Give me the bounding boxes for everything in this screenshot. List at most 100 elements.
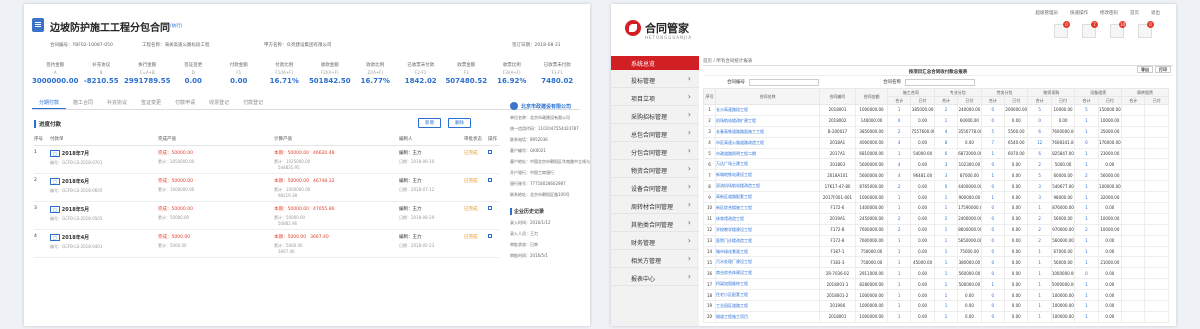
table-row[interactable]: 6 万达广场土建工程 201803 5600000.00 4 0.00 3 102300.00… xyxy=(703,158,1169,171)
contract-name-input[interactable] xyxy=(905,78,975,86)
table-row[interactable]: 16 商业综合体建设工程 2R-7036-02 2911000.00 1 0.00 1 560… xyxy=(703,267,1169,280)
author-name: 编制：王力 xyxy=(399,151,422,156)
table-cell: 201906 xyxy=(819,300,856,312)
bell-icon[interactable]: 7 xyxy=(1082,21,1098,38)
table-row[interactable]: 3 □ 2018年5月 编号：GCFB-LS-2018-0505 完成：50000.00… xyxy=(34,202,500,230)
contract-name-link[interactable]: 万达广场土建工程 xyxy=(715,158,820,171)
table-row[interactable]: 5 市政道路照明工程二期 2017A1 6810000.00 1 54000.00 6 687… xyxy=(703,147,1169,160)
contract-name-link[interactable]: 学校教学楼建设工程 xyxy=(715,223,820,236)
delete-button[interactable]: 删除 xyxy=(448,118,471,128)
row-action[interactable] xyxy=(488,178,500,201)
table-row[interactable]: 20 隧道工程施工项目 2018001 1000000.00 1 0.00 1 0.00 0 0.… xyxy=(703,310,1169,323)
contract-name-link[interactable]: 体育馆改造工程 xyxy=(715,212,820,225)
table-row[interactable]: 10 新区综合楼施工工程 F172-6 1400000.00 1 0.00 1 1759000… xyxy=(703,202,1169,214)
table-row[interactable]: 12 学校教学楼建设工程 F172-8 7600000.00 2 0.00 1 8600000… xyxy=(703,223,1169,236)
sidebar-item[interactable]: 其他类合同管理 xyxy=(611,214,699,232)
contract-no-input[interactable] xyxy=(749,78,819,86)
contract-status: (执行) xyxy=(170,24,183,29)
table-row[interactable]: 9 高新区道路配套工程 2017F001-001 1000000.00 1 0.00 1 90… xyxy=(703,191,1169,204)
table-row[interactable]: 17 桥梁加固维修工程 2018001-1 8280000.00 1 0.00 1 50000… xyxy=(703,278,1169,291)
contract-name-link[interactable]: 桥梁加固维修工程 xyxy=(715,278,820,291)
contract-name-link[interactable]: 机场航站楼改扩建工程 xyxy=(715,114,820,127)
table-row[interactable]: 1 □ 2018年7月 编号：GCFB-LS-2018-0701 完成：50000.00… xyxy=(34,146,500,174)
topbar-link[interactable]: 超级管理员 xyxy=(1036,10,1059,16)
contract-name-link[interactable]: 双流机场航站楼改造工程 xyxy=(715,180,820,193)
table-cell: 98000.00 xyxy=(1050,191,1076,204)
contract-name-link[interactable]: 高新区道路配套工程 xyxy=(715,191,820,204)
contract-name-link[interactable]: 工业园区道路工程 xyxy=(715,300,820,312)
print-button[interactable]: 打印 xyxy=(1155,66,1171,73)
sidebar-item[interactable]: 财务管理 xyxy=(611,232,699,250)
contract-name-link[interactable]: 长春高铁道路路面施工工程 xyxy=(715,125,820,138)
contract-name-link[interactable]: 住宅小区配套工程 xyxy=(715,289,820,302)
table-cell: 0 xyxy=(980,180,1006,193)
export-button[interactable]: 导出 xyxy=(1137,66,1153,73)
table-row[interactable]: 13 医院门诊楼改造工程 F172-8 7600000.00 1 0.00 1 5650000… xyxy=(703,234,1169,247)
tab-item[interactable]: 施工合同 xyxy=(66,96,100,109)
table-cell: 2018001-2 xyxy=(819,289,856,302)
user-icon[interactable]: 10 xyxy=(1110,21,1126,38)
tab-item[interactable]: 补充协议 xyxy=(100,96,134,109)
contract-name-link[interactable]: 长沙高速路段工程 xyxy=(715,104,820,116)
tab-item[interactable]: 分期付款 xyxy=(32,96,67,109)
table-row[interactable]: 19 工业园区道路工程 201906 1000000.00 1 0.00 1 0.00 0 0.0… xyxy=(703,300,1169,312)
table-row[interactable]: 2 □ 2018年6月 编号：GCFB-LS-2018-0605 完成：50000.00… xyxy=(34,174,500,202)
tab-item[interactable]: 付款申请 xyxy=(168,96,202,109)
topbar-link[interactable]: 修改密码 xyxy=(1100,10,1118,16)
sidebar-item[interactable]: 报表中心 xyxy=(611,268,699,286)
sidebar-item[interactable]: 设备合同管理 xyxy=(611,178,699,196)
sidebar-item-overview[interactable]: 系统总览 xyxy=(611,56,699,70)
contract-name-link[interactable]: 市政道路照明工程二期 xyxy=(715,147,820,160)
table-row[interactable]: 2 机场航站楼改扩建工程 2018002 140000.00 0 0.00 1 60000.0… xyxy=(703,114,1169,127)
contract-name-link[interactable]: 新区综合楼施工工程 xyxy=(715,202,820,214)
sidebar-item[interactable]: 总包合同管理 xyxy=(611,124,699,142)
warning-icon[interactable]: 0 xyxy=(1138,21,1154,38)
sidebar-item[interactable]: 物资合同管理 xyxy=(611,160,699,178)
tab-item[interactable]: 签证变更 xyxy=(134,96,168,109)
tab-item[interactable]: 付款登记 xyxy=(236,96,270,109)
table-row[interactable]: 3 长春高铁道路路面施工工程 B-200017 3850000.00 2 7557600.… xyxy=(703,125,1169,138)
contract-name-link[interactable]: 城市绿化景观工程 xyxy=(715,245,820,258)
contract-name-link[interactable]: 隧道工程施工项目 xyxy=(715,310,820,323)
row-action[interactable] xyxy=(488,150,500,173)
action-select-icon[interactable] xyxy=(488,178,492,182)
contract-name-link[interactable]: 市区高速公路道路改造工程 xyxy=(715,136,820,149)
table-row[interactable]: 1 长沙高速路段工程 2018001 1000000.00 1 385000.00 2 240… xyxy=(703,104,1169,116)
row-action[interactable] xyxy=(488,206,500,229)
calc-amount-total: 544835.95 xyxy=(278,165,300,170)
table-cell: 1000000.00 xyxy=(855,300,888,312)
tab-item[interactable]: 收票登记 xyxy=(202,96,236,109)
message-icon[interactable]: 0 xyxy=(1054,21,1070,38)
table-row[interactable]: 18 住宅小区配套工程 2018001-2 1000000.00 1 0.00 1 0.00 0… xyxy=(703,289,1169,302)
table-row[interactable]: 15 污水处理厂建设工程 F183-3 750000.00 1 45000.00 1 3800… xyxy=(703,256,1169,269)
contract-name-link[interactable]: 医院门诊楼改造工程 xyxy=(715,234,820,247)
sidebar-item[interactable]: 采购招标管理 xyxy=(611,106,699,124)
table-row[interactable]: 14 城市绿化景观工程 F187-1 750000.00 1 0.00 1 75000.00 0… xyxy=(703,245,1169,258)
table-row[interactable]: 4 市区高速公路道路改造工程 2018A1 4000000.00 4 0.00 8 0.00 7… xyxy=(703,136,1169,149)
calc-amount: 46620.48 xyxy=(312,151,335,156)
row-action[interactable] xyxy=(488,234,500,257)
table-cell xyxy=(1121,310,1146,323)
sidebar-item[interactable]: 分包合同管理 xyxy=(611,142,699,160)
contract-name-link[interactable]: 商业综合体建设工程 xyxy=(715,267,820,280)
table-row[interactable]: 4 □ 2018年4月 编号：GCFB-LS-2018-0401 完成：5000.00 累… xyxy=(34,230,500,258)
sidebar-item[interactable]: 项目立项 xyxy=(611,88,699,106)
table-cell: 1 xyxy=(886,245,912,258)
table-cell: 0.00 xyxy=(1004,267,1029,280)
table-row[interactable]: 8 双流机场航站楼改造工程 17K17-47-80 8765000.00 2 0.00 0 4… xyxy=(703,180,1169,193)
table-row[interactable]: 7 新城地铁站建设工程 2018A101 5600000.00 4 96481.00 3 87… xyxy=(703,169,1169,182)
contract-name-link[interactable]: 污水处理厂建设工程 xyxy=(715,256,820,269)
sidebar-item[interactable]: 周转材合同管理 xyxy=(611,196,699,214)
row-no: 1 xyxy=(34,150,37,155)
action-select-icon[interactable] xyxy=(488,206,492,210)
sidebar-item[interactable]: 投标管理 xyxy=(611,70,699,88)
topbar-link[interactable]: 退出 xyxy=(1151,10,1160,16)
add-button[interactable]: 新增 xyxy=(418,118,441,128)
contract-name-link[interactable]: 新城地铁站建设工程 xyxy=(715,169,820,182)
table-row[interactable]: 11 体育馆改造工程 2019A1 2450000.00 2 0.00 2 2400000.0… xyxy=(703,212,1169,225)
topbar-link[interactable]: 首页 xyxy=(1130,10,1139,16)
topbar-link[interactable]: 快速操作 xyxy=(1070,10,1088,16)
sidebar-item[interactable]: 相关方管理 xyxy=(611,250,699,268)
action-select-icon[interactable] xyxy=(488,150,492,154)
action-select-icon[interactable] xyxy=(488,234,492,238)
